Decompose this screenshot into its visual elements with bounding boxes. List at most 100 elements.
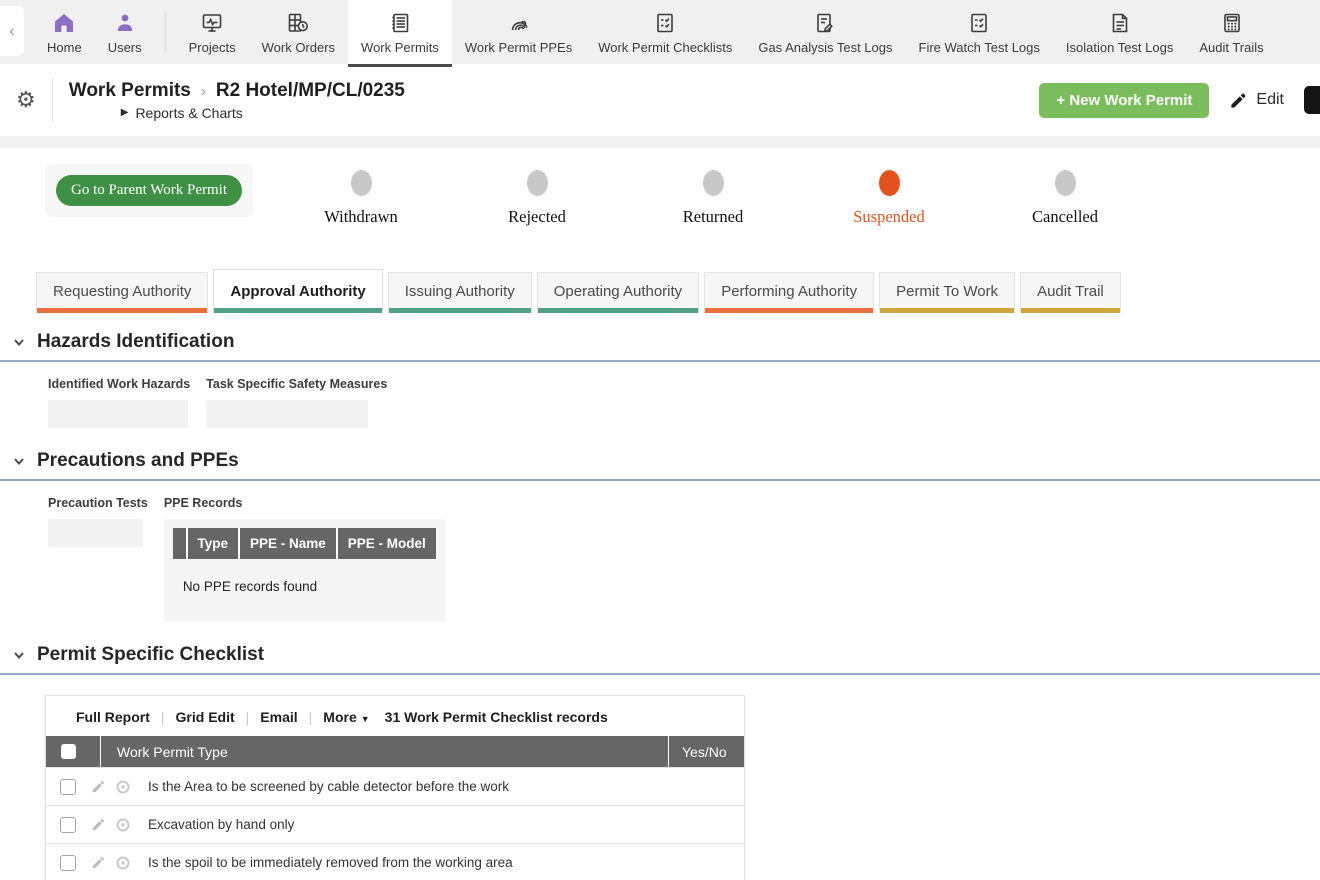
- column-work-permit-type: Work Permit Type: [101, 744, 668, 760]
- nav-item-label: Work Permit PPEs: [465, 40, 572, 55]
- reports-and-charts-link[interactable]: ▶ Reports & Charts: [121, 105, 405, 121]
- tab-performing-authority[interactable]: Performing Authority: [704, 272, 874, 313]
- go-to-parent-work-permit-button[interactable]: Go to Parent Work Permit: [56, 175, 242, 206]
- nav-item-label: Users: [108, 40, 142, 55]
- nav-item-audit-trails[interactable]: Audit Trails: [1186, 0, 1276, 64]
- nav-items: Home Users Projects Work Orders Wo: [34, 0, 1320, 64]
- nav-collapse-button[interactable]: ‹: [0, 6, 24, 56]
- ppe-empty-text: No PPE records found: [173, 559, 436, 622]
- nav-item-home[interactable]: Home: [34, 0, 95, 64]
- tab-issuing-authority[interactable]: Issuing Authority: [388, 272, 532, 313]
- grid-edit-button[interactable]: Grid Edit: [176, 709, 235, 725]
- tab-requesting-authority[interactable]: Requesting Authority: [36, 272, 208, 313]
- nav-item-work-permits[interactable]: Work Permits: [348, 0, 452, 64]
- tab-underline: [705, 308, 873, 313]
- checklist-toolbar: Full Report | Grid Edit | Email | More▼ …: [46, 696, 744, 736]
- field-identified-work-hazards: Identified Work Hazards: [48, 377, 190, 428]
- field-value: [206, 400, 368, 428]
- top-nav: ‹ Home Users Projects Work Orders: [0, 0, 1320, 64]
- row-checkbox[interactable]: [60, 779, 76, 795]
- nav-item-label: Home: [47, 40, 82, 55]
- status-cancelled: Cancelled: [977, 170, 1153, 227]
- nav-divider: [165, 12, 166, 52]
- tab-underline: [880, 308, 1014, 313]
- header-separator-band: [0, 136, 1320, 148]
- nav-item-gas-analysis-test-logs[interactable]: Gas Analysis Test Logs: [745, 0, 905, 64]
- row-checkbox[interactable]: [60, 817, 76, 833]
- status-dot: [351, 170, 372, 196]
- field-label: PPE Records: [164, 496, 445, 510]
- chevron-left-icon: ‹: [9, 21, 15, 41]
- status-suspended: Suspended: [801, 170, 977, 227]
- nav-item-isolation-test-logs[interactable]: Isolation Test Logs: [1053, 0, 1186, 64]
- tab-approval-authority[interactable]: Approval Authority: [213, 269, 382, 313]
- field-label: Identified Work Hazards: [48, 377, 190, 391]
- ppe-records-block: PPE Records Type PPE - Name PPE - Model …: [164, 496, 445, 622]
- nav-item-label: Fire Watch Test Logs: [919, 40, 1040, 55]
- chevron-down-icon[interactable]: [12, 454, 26, 468]
- gear-icon[interactable]: ⚙: [16, 89, 36, 111]
- breadcrumb-root[interactable]: Work Permits: [69, 80, 191, 102]
- status-label: Cancelled: [1032, 207, 1098, 227]
- section-permit-specific-checklist: Permit Specific Checklist Full Report | …: [0, 644, 1320, 880]
- checklist-item-text: Excavation by hand only: [148, 817, 294, 832]
- nav-item-label: Work Permit Checklists: [598, 40, 732, 55]
- field-value: [48, 519, 143, 547]
- more-dropdown[interactable]: More▼: [323, 709, 369, 725]
- new-work-permit-button[interactable]: + New Work Permit: [1039, 83, 1209, 118]
- field-task-specific-safety-measures: Task Specific Safety Measures: [206, 377, 387, 428]
- users-icon: [112, 9, 138, 35]
- nav-item-users[interactable]: Users: [95, 0, 155, 64]
- nav-item-label: Audit Trails: [1199, 40, 1263, 55]
- checklist-card: Full Report | Grid Edit | Email | More▼ …: [45, 695, 745, 880]
- fire-watch-test-logs-icon: [966, 9, 992, 35]
- email-button[interactable]: Email: [260, 709, 297, 725]
- tab-underline: [389, 308, 531, 313]
- edit-row-icon[interactable]: [91, 817, 106, 832]
- full-report-button[interactable]: Full Report: [76, 709, 150, 725]
- isolation-test-logs-icon: [1107, 9, 1133, 35]
- tab-operating-authority[interactable]: Operating Authority: [537, 272, 699, 313]
- nav-item-work-permit-checklists[interactable]: Work Permit Checklists: [585, 0, 745, 64]
- tab-label: Performing Authority: [721, 283, 857, 300]
- nav-item-fire-watch-test-logs[interactable]: Fire Watch Test Logs: [906, 0, 1053, 64]
- ppe-header-spacer: [173, 528, 186, 559]
- section-title: Permit Specific Checklist: [37, 644, 264, 666]
- view-row-icon[interactable]: [115, 779, 131, 795]
- nav-item-projects[interactable]: Projects: [176, 0, 249, 64]
- view-row-icon[interactable]: [115, 817, 131, 833]
- edit-label: Edit: [1256, 91, 1284, 109]
- more-label: More: [323, 709, 356, 725]
- field-label: Task Specific Safety Measures: [206, 377, 387, 391]
- chevron-down-icon[interactable]: [12, 648, 26, 662]
- toolbar-separator: |: [246, 709, 250, 725]
- toolbar-separator: |: [309, 709, 313, 725]
- parent-permit-wrap: Go to Parent Work Permit: [45, 164, 253, 217]
- truncated-toolbar-button[interactable]: [1304, 86, 1320, 114]
- field-label: Precaution Tests: [48, 496, 148, 510]
- nav-item-label: Projects: [189, 40, 236, 55]
- tab-permit-to-work[interactable]: Permit To Work: [879, 272, 1015, 313]
- tab-audit-trail[interactable]: Audit Trail: [1020, 272, 1121, 313]
- triangle-right-icon: ▶: [121, 107, 129, 118]
- section-title: Precautions and PPEs: [37, 450, 239, 472]
- field-precaution-tests: Precaution Tests: [48, 496, 148, 622]
- column-yes-no: Yes/No: [668, 736, 744, 767]
- status-label: Withdrawn: [324, 207, 398, 227]
- nav-item-work-orders[interactable]: Work Orders: [249, 0, 348, 64]
- work-permit-ppes-icon: [506, 9, 532, 35]
- chevron-down-icon[interactable]: [12, 335, 26, 349]
- field-value: [48, 400, 188, 428]
- select-all-checkbox[interactable]: [61, 744, 76, 759]
- status-stepper: Go to Parent Work Permit Withdrawn Rejec…: [0, 148, 1320, 227]
- nav-item-work-permit-ppes[interactable]: Work Permit PPEs: [452, 0, 585, 64]
- edit-row-icon[interactable]: [91, 855, 106, 870]
- edit-button[interactable]: Edit: [1229, 91, 1284, 110]
- tab-underline: [538, 308, 698, 313]
- view-row-icon[interactable]: [115, 855, 131, 871]
- checklist-row: Excavation by hand only: [46, 805, 744, 843]
- nav-item-label: Work Orders: [262, 40, 335, 55]
- header-checkbox-cell: [46, 736, 101, 767]
- edit-row-icon[interactable]: [91, 779, 106, 794]
- row-checkbox[interactable]: [60, 855, 76, 871]
